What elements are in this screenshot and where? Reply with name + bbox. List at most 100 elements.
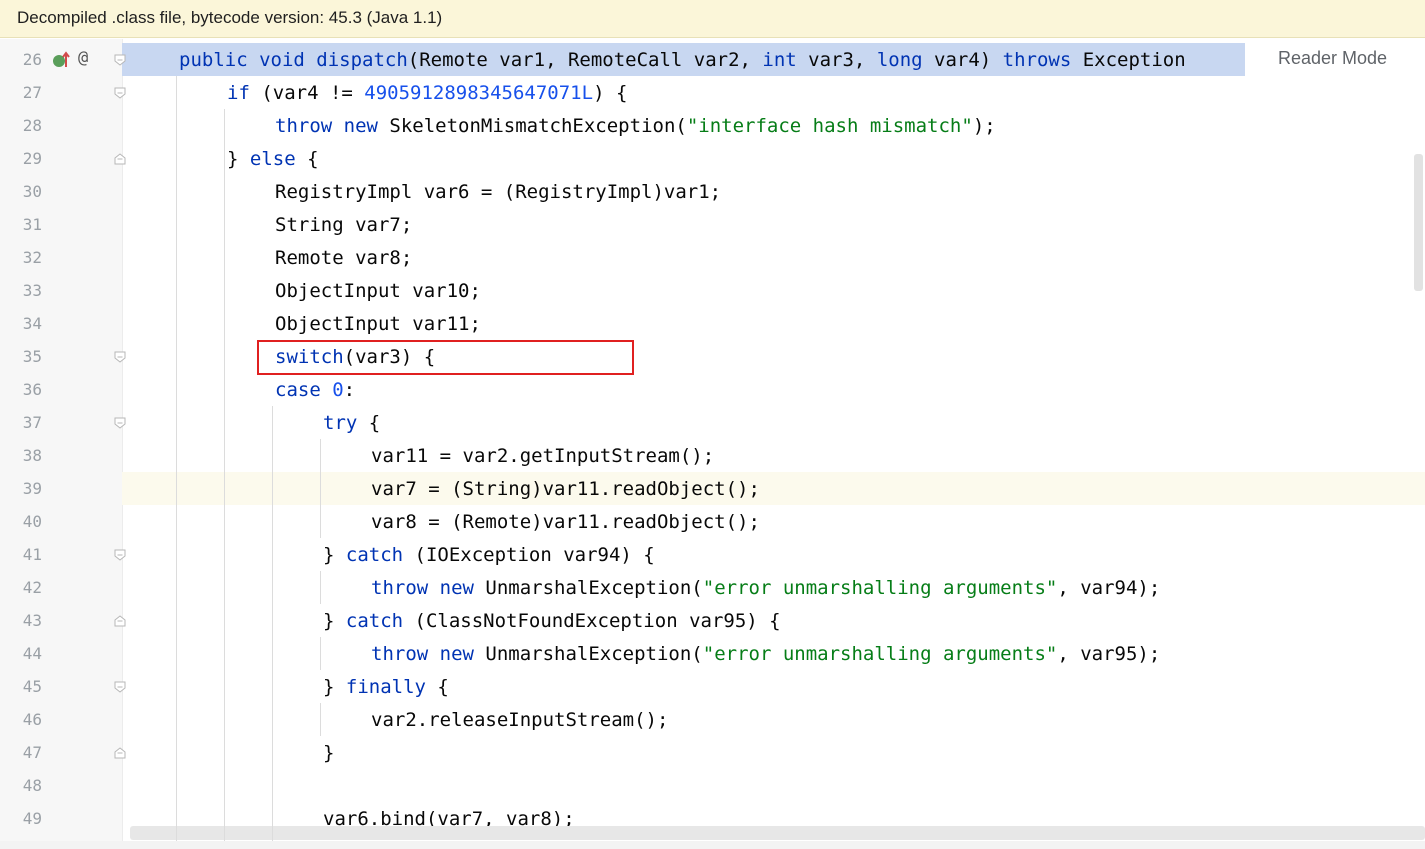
code-token: var8 = (Remote)var11.readObject();	[371, 511, 760, 533]
line-number[interactable]: 41	[0, 545, 42, 564]
line-number[interactable]: 44	[0, 644, 42, 663]
code-line[interactable]: 26 public void dispatch(Remote var1, Remo…	[0, 43, 1425, 76]
code-token: var11 = var2.getInputStream();	[371, 445, 715, 467]
code-line[interactable]: 47}	[0, 736, 1425, 769]
code-line[interactable]: 45} finally {	[0, 670, 1425, 703]
keyword-token: long	[876, 49, 935, 71]
keyword-token: new	[439, 643, 486, 665]
code-line[interactable]: 41} catch (IOException var94) {	[0, 538, 1425, 571]
code-token: ObjectInput var10;	[275, 280, 481, 302]
line-number[interactable]: 35	[0, 347, 42, 366]
code-area	[122, 472, 1425, 505]
line-number[interactable]: 30	[0, 182, 42, 201]
code-line[interactable]: 31 String var7;	[0, 208, 1425, 241]
line-number[interactable]: 36	[0, 380, 42, 399]
highlight-box	[257, 340, 634, 375]
code-text: ObjectInput var10;	[275, 280, 481, 302]
code-line[interactable]: 33 ObjectInput var10;	[0, 274, 1425, 307]
code-line[interactable]: 46 var2.releaseInputStream();	[0, 703, 1425, 736]
code-token: (var4 !=	[261, 82, 365, 104]
code-line[interactable]: 35 switch(var3) {	[0, 340, 1425, 373]
code-token: UnmarshalException(	[485, 643, 703, 665]
annotation-icon[interactable]: @	[78, 48, 88, 69]
line-number[interactable]: 48	[0, 776, 42, 795]
code-token: {	[307, 148, 319, 170]
code-area	[122, 703, 1425, 736]
code-token: String var7;	[275, 214, 413, 236]
code-line[interactable]: 40 var8 = (Remote)var11.readObject();	[0, 505, 1425, 538]
code-line[interactable]: 32 Remote var8;	[0, 241, 1425, 274]
code-line[interactable]: 30 RegistryImpl var6 = (RegistryImpl)var1…	[0, 175, 1425, 208]
code-line[interactable]: 44 throw new UnmarshalException("error un…	[0, 637, 1425, 670]
line-number[interactable]: 42	[0, 578, 42, 597]
line-number[interactable]: 26	[0, 50, 42, 69]
code-line[interactable]: 38 var11 = var2.getInputStream();	[0, 439, 1425, 472]
fold-close-icon[interactable]	[113, 746, 127, 760]
fold-open-icon[interactable]	[113, 53, 127, 67]
code-token: ObjectInput var11;	[275, 313, 481, 335]
line-number[interactable]: 40	[0, 512, 42, 531]
code-editor[interactable]: 26 public void dispatch(Remote var1, Remo…	[0, 39, 1425, 849]
fold-open-icon[interactable]	[113, 350, 127, 364]
code-token: , var94);	[1057, 577, 1161, 599]
line-number[interactable]: 29	[0, 149, 42, 168]
fold-close-icon[interactable]	[113, 614, 127, 628]
code-token: (Remote var1, RemoteCall var2,	[407, 49, 763, 71]
keyword-token: finally	[345, 676, 438, 698]
code-line[interactable]: 48	[0, 769, 1425, 802]
reader-mode-button[interactable]: Reader Mode	[1245, 42, 1420, 74]
keyword-token: new	[343, 115, 390, 137]
gutter-icons: @	[52, 48, 88, 69]
code-line[interactable]: 37 try {	[0, 406, 1425, 439]
code-text: throw new UnmarshalException("error unma…	[371, 643, 1160, 665]
fold-open-icon[interactable]	[113, 548, 127, 562]
line-number[interactable]: 43	[0, 611, 42, 630]
fold-open-icon[interactable]	[113, 416, 127, 430]
vertical-scrollbar[interactable]	[1414, 154, 1423, 291]
code-token: ) {	[593, 82, 628, 104]
line-number[interactable]: 28	[0, 116, 42, 135]
code-token: Exception	[1082, 49, 1186, 71]
string-token: "interface hash mismatch"	[686, 115, 973, 137]
code-line[interactable]: 27 if (var4 != 4905912898345647071L) {	[0, 76, 1425, 109]
keyword-token: throw	[371, 643, 440, 665]
implements-up-icon[interactable]	[52, 51, 70, 69]
line-number[interactable]: 38	[0, 446, 42, 465]
fold-open-icon[interactable]	[113, 86, 127, 100]
line-number[interactable]: 45	[0, 677, 42, 696]
code-line[interactable]: 28 throw new SkeletonMismatchException("i…	[0, 109, 1425, 142]
code-text: ObjectInput var11;	[275, 313, 481, 335]
line-number[interactable]: 27	[0, 83, 42, 102]
code-token: , var95);	[1057, 643, 1161, 665]
code-line[interactable]: 39 var7 = (String)var11.readObject();	[0, 472, 1425, 505]
code-line[interactable]: 42 throw new UnmarshalException("error un…	[0, 571, 1425, 604]
line-number[interactable]: 47	[0, 743, 42, 762]
code-line[interactable]: 29 } else {	[0, 142, 1425, 175]
code-area	[122, 670, 1425, 703]
line-number[interactable]: 39	[0, 479, 42, 498]
code-line[interactable]: 43} catch (ClassNotFoundException var95)…	[0, 604, 1425, 637]
fold-close-icon[interactable]	[113, 152, 127, 166]
line-number[interactable]: 33	[0, 281, 42, 300]
keyword-token: catch	[345, 544, 415, 566]
code-token: var3,	[808, 49, 877, 71]
code-area	[122, 736, 1425, 769]
line-number[interactable]: 49	[0, 809, 42, 828]
code-text: } else {	[227, 148, 319, 170]
horizontal-scrollbar[interactable]	[130, 826, 1425, 840]
code-token: var2.releaseInputStream();	[371, 709, 669, 731]
keyword-token: throw	[371, 577, 440, 599]
code-token: (IOException var94) {	[414, 544, 655, 566]
fold-open-icon[interactable]	[113, 680, 127, 694]
code-text: Remote var8;	[275, 247, 412, 269]
line-number[interactable]: 46	[0, 710, 42, 729]
line-number[interactable]: 37	[0, 413, 42, 432]
line-number[interactable]: 34	[0, 314, 42, 333]
line-number[interactable]: 31	[0, 215, 42, 234]
code-line[interactable]: 34 ObjectInput var11;	[0, 307, 1425, 340]
number-token: 0	[332, 379, 344, 401]
line-number[interactable]: 32	[0, 248, 42, 267]
keyword-token: new	[439, 577, 486, 599]
code-area	[122, 769, 1425, 802]
code-line[interactable]: 36 case 0:	[0, 373, 1425, 406]
